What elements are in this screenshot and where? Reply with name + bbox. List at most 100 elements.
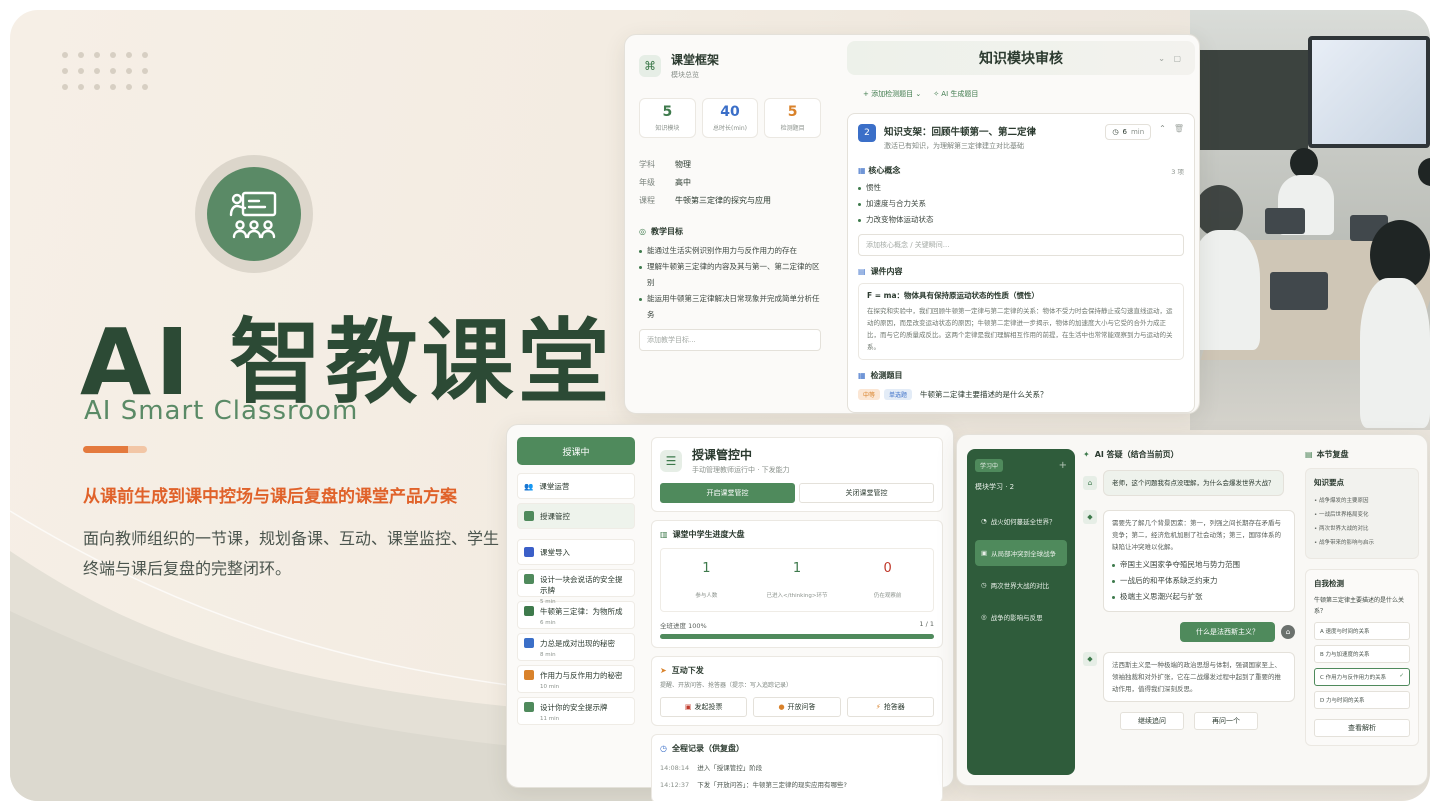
concept-input[interactable]: 添加核心概念 / 关键瞬间... xyxy=(858,234,1184,256)
quiz-option[interactable]: D 力与时间的关系 xyxy=(1314,691,1410,709)
concept-header: ▦ 核心概念 3 项 xyxy=(858,166,1184,176)
check-icon: ✓ xyxy=(1399,673,1404,679)
nav-item-module[interactable]: 牛顿第三定律：为物所成 6 min xyxy=(517,601,635,629)
nav-item-module[interactable]: 设计你的安全提示牌 11 min xyxy=(517,697,635,725)
stat-questions: 5 检测题目 xyxy=(764,98,822,138)
teaching-status-button[interactable]: 授课中 xyxy=(517,437,635,465)
framework-column: ⌘ 课堂框架 模块总览 5 知识模块 40 总时长(min) 5 检测题目 学科… xyxy=(625,35,835,413)
view-answer-button[interactable]: 查看解析 xyxy=(1314,719,1410,737)
teacher-board-icon xyxy=(229,191,277,239)
lock-icon[interactable]: ▢ xyxy=(1173,54,1181,63)
book-icon xyxy=(524,606,534,616)
classroom-photo xyxy=(1190,10,1430,430)
quiz-option[interactable]: A 速度与时间的关系 xyxy=(1314,622,1410,640)
book-icon: ▤ xyxy=(1305,450,1313,459)
delete-icon[interactable]: 🗑 xyxy=(1174,124,1184,133)
log-box: ◷ 全程记录（供复盘） 14:08:14 进入「授课管控」阶段 14:12:37 下发… xyxy=(651,734,943,801)
quiz-option-selected[interactable]: C 作用力与反作用力的关系 ✓ xyxy=(1314,668,1410,686)
collapse-icon[interactable]: ⌃ xyxy=(1159,124,1166,133)
control-sidebar: 授课中 👥 课堂运营 授课管控 课堂导入 设计一块会说话的安全提示牌 5 min 牛… xyxy=(517,437,635,729)
board-stats: 1 参与人数 1 已进入</thinking>环节 0 仍在观察前 xyxy=(660,548,934,612)
enable-control-button[interactable]: 开启课堂管控 xyxy=(660,483,795,503)
log-entry: 14:12:37 下发「开放问答」：牛顿第三定律的现实应用有哪些? xyxy=(660,781,847,789)
student-terminal-panel: 学习中 + 模块学习 · 2 ◔ 战火如何蔓延全世界？ ▣ 从局部冲突到全球战争 ◷… xyxy=(956,434,1428,786)
framework-stats: 5 知识模块 40 总时长(min) 5 检测题目 xyxy=(639,98,822,138)
chevron-down-icon[interactable]: ⌄ xyxy=(1158,54,1165,63)
control-main: ☰ 授课管控中 手动管理教师运行中 · 下发能力 开启课堂管控 关闭课堂管控 ▥… xyxy=(651,437,943,801)
framework-subtitle: 模块总览 xyxy=(671,71,699,79)
document-icon: ▣ xyxy=(981,549,988,557)
student-nav-item[interactable]: ◷ 两次世界大战的对比 xyxy=(975,572,1067,598)
review-title: 知识模块审核 xyxy=(979,51,1063,67)
screen-icon xyxy=(524,547,534,557)
vote-button[interactable]: ▣ 发起投票 xyxy=(660,697,748,717)
module-title: 知识支架：回顾牛顿第一、第二定律 xyxy=(884,127,1037,138)
concept-icon: ▦ xyxy=(858,166,866,175)
add-icon[interactable]: + xyxy=(1059,460,1067,471)
list-item: • 一战后世界格局变化 xyxy=(1314,512,1369,518)
list-item: • 战争带来的影响与启示 xyxy=(1314,540,1375,546)
duration-field[interactable]: ◷ 6 min xyxy=(1105,124,1152,140)
teaching-control-panel: 授课中 👥 课堂运营 授课管控 课堂导入 设计一块会说话的安全提示牌 5 min 牛… xyxy=(506,424,954,801)
goals-list: 能通过生活实例识别作用力与反作用力的存在 理解牛顿第三定律的内容及其与第一、第二… xyxy=(639,243,821,323)
quiz-icon: ▦ xyxy=(858,371,866,380)
open-qa-button[interactable]: ● 开放问答 xyxy=(753,697,841,717)
logo xyxy=(195,155,313,273)
nav-item-intro[interactable]: 课堂导入 xyxy=(517,539,635,565)
hero-canvas: AI 智教课堂 AI Smart Classroom 从课前生成到课中控场与课后… xyxy=(10,10,1430,801)
follow-up-button[interactable]: 继续追问 xyxy=(1120,712,1184,730)
list-item: 一战后的和平体系缺乏约束力 xyxy=(1112,573,1286,589)
student-avatar: ⌂ xyxy=(1083,476,1097,490)
student-nav-item[interactable]: ◎ 战争的影响与反思 xyxy=(975,604,1067,630)
recap-panel: ▤ 本节复盘 知识要点 • 战争爆发的主要原因 • 一战后世界格局变化 • 两次世… xyxy=(1305,449,1419,775)
interaction-box: ➤ 互动下发 提醒、开放问答、抢答器（提示：写入追踪记录） ▣ 发起投票 ● 开放问答… xyxy=(651,656,943,726)
control-toggle: 开启课堂管控 关闭课堂管控 xyxy=(660,483,934,503)
student-nav-item-active[interactable]: ▣ 从局部冲突到全球战争 xyxy=(975,540,1067,566)
people-icon: 👥 xyxy=(524,481,534,491)
group-icon xyxy=(524,638,534,648)
lightning-icon: ⚡ xyxy=(875,703,881,711)
ai-generate-button[interactable]: ✧ AI 生成题目 xyxy=(933,89,978,99)
accent-bar xyxy=(83,446,147,453)
student-sidebar: 学习中 + 模块学习 · 2 ◔ 战火如何蔓延全世界？ ▣ 从局部冲突到全球战争 ◷… xyxy=(967,449,1075,775)
nav-item-module[interactable]: 力总是成对出现的秘密 8 min xyxy=(517,633,635,661)
reflect-icon: ◎ xyxy=(981,613,987,621)
student-nav-item[interactable]: ◔ 战火如何蔓延全世界？ xyxy=(975,508,1067,534)
knowledge-points: 知识要点 • 战争爆发的主要原因 • 一战后世界格局变化 • 两次世界大战的对比… xyxy=(1305,468,1419,559)
progress-board: ▥ 课堂中学生进度大盘 1 参与人数 1 已进入</thinking>环节 0 仍在观察… xyxy=(651,520,943,648)
goal-input[interactable]: 添加教学目标... xyxy=(639,329,821,351)
progress-bar xyxy=(660,634,934,639)
chat-header: ✦ AI 答疑（结合当前页） xyxy=(1083,450,1179,459)
list-item: 极端主义思潮兴起与扩张 xyxy=(1112,589,1286,605)
nav-item-module[interactable]: 作用力与反作用力的秘密 10 min xyxy=(517,665,635,693)
list-item: 惯性 xyxy=(858,180,1184,196)
follow-up-question[interactable]: 什么是法西斯主义？ xyxy=(1180,622,1275,642)
list-item: 能通过生活实例识别作用力与反作用力的存在 xyxy=(639,243,821,259)
ai-icon: ✦ xyxy=(1083,450,1090,459)
lesson-plan-panel: ⌘ 课堂框架 模块总览 5 知识模块 40 总时长(min) 5 检测题目 学科… xyxy=(624,34,1200,414)
user-icon: ⌂ xyxy=(1281,625,1295,639)
add-question-button[interactable]: + 添加检测题目 ⌄ xyxy=(863,89,921,99)
compare-icon: ◷ xyxy=(981,581,987,589)
disable-control-button[interactable]: 关闭课堂管控 xyxy=(799,483,934,503)
ask-another-button[interactable]: 再问一个 xyxy=(1194,712,1258,730)
learning-status-tag: 学习中 xyxy=(975,459,1004,472)
goals-header: ◎ 教学目标 xyxy=(639,227,683,236)
module-label: 模块学习 · 2 xyxy=(975,483,1015,491)
sign-icon xyxy=(524,702,534,712)
question-header: ▦ 检测题目 xyxy=(858,371,903,380)
clock-icon: ◷ xyxy=(1112,128,1119,136)
vote-icon: ▣ xyxy=(684,703,692,711)
type-badge: 单选题 xyxy=(884,389,913,400)
framework-title: 课堂框架 xyxy=(671,53,720,67)
question-row[interactable]: 中等 单选题 牛顿第二定律主要描述的是什么关系？ xyxy=(858,389,1184,400)
module-index: 2 xyxy=(858,124,876,142)
nav-item-control[interactable]: 授课管控 xyxy=(517,503,635,529)
quiz-option[interactable]: B 力与加速度的关系 xyxy=(1314,645,1410,663)
nav-item-operations[interactable]: 👥 课堂运营 xyxy=(517,473,635,499)
nav-item-module[interactable]: 设计一块会说话的安全提示牌 5 min xyxy=(517,569,635,605)
control-title: 授课管控中 xyxy=(692,448,753,462)
self-check: 自我检测 牛顿第三定律主要描述的是什么关系？ A 速度与时间的关系 B 力与加速… xyxy=(1305,569,1419,746)
question-icon: ● xyxy=(778,703,785,711)
buzzer-button[interactable]: ⚡ 抢答器 xyxy=(846,697,934,717)
